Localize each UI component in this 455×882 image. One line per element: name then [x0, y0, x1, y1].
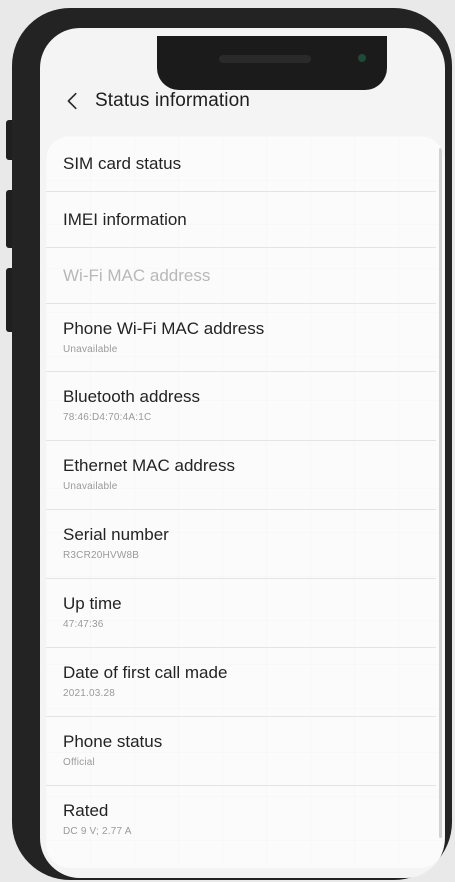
- list-item-label: Up time: [63, 594, 122, 613]
- page-title: Status information: [95, 90, 250, 111]
- front-camera: [358, 54, 366, 62]
- list-item-label: Wi-Fi MAC address: [63, 266, 211, 285]
- list-item-ethernet-mac-address: Ethernet MAC address Unavailable: [46, 441, 436, 510]
- list-item-serial-number: Serial number R3CR20HVW8B: [46, 510, 436, 579]
- list-item-bluetooth-address: Bluetooth address 78:46:D4:70:4A:1C: [46, 372, 436, 441]
- list-item-wifi-mac-address: Wi-Fi MAC address: [46, 248, 436, 304]
- list-item-value: 2021.03.28: [63, 688, 116, 699]
- list-item-value: R3CR20HVW8B: [63, 550, 140, 561]
- list-item-label: SIM card status: [63, 154, 182, 173]
- list-item-label: Bluetooth address: [63, 387, 201, 406]
- list-item-value: DC 9 V; 2.77 A: [63, 826, 132, 837]
- list-item-rated: Rated DC 9 V; 2.77 A: [46, 786, 436, 855]
- list-item-label: Phone Wi-Fi MAC address: [63, 319, 265, 338]
- list-item-value: Unavailable: [63, 481, 118, 492]
- phone-frame: Status information SIM card status IMEI …: [12, 8, 452, 880]
- list-item-label: Phone status: [63, 732, 163, 751]
- list-item-sim-card-status[interactable]: SIM card status: [46, 136, 436, 192]
- scrollbar[interactable]: [439, 148, 442, 838]
- list-item-label: IMEI information: [63, 210, 187, 229]
- speaker: [219, 55, 311, 63]
- list-item-value: Official: [63, 757, 95, 768]
- chevron-left-icon[interactable]: [62, 90, 84, 112]
- list-item-label: Serial number: [63, 525, 169, 544]
- list-item-phone-wifi-mac-address: Phone Wi-Fi MAC address Unavailable: [46, 304, 436, 372]
- list-item-phone-status: Phone status Official: [46, 717, 436, 786]
- status-list: SIM card status IMEI information Wi-Fi M…: [46, 136, 444, 868]
- phone-screen: Status information SIM card status IMEI …: [40, 28, 445, 878]
- list-item-up-time: Up time 47:47:36: [46, 579, 436, 648]
- list-item-label: Date of first call made: [63, 663, 228, 682]
- list-item-label: Ethernet MAC address: [63, 456, 235, 475]
- stage: Status information SIM card status IMEI …: [0, 0, 455, 882]
- list-item-value: Unavailable: [63, 344, 118, 355]
- list-item-date-of-first-call: Date of first call made 2021.03.28: [46, 648, 436, 717]
- list-item-value: 78:46:D4:70:4A:1C: [63, 412, 152, 423]
- list-item-imei-information[interactable]: IMEI information: [46, 192, 436, 248]
- list-item-label: Rated: [63, 801, 109, 820]
- list-item-value: 47:47:36: [63, 619, 104, 630]
- notch: [157, 36, 387, 90]
